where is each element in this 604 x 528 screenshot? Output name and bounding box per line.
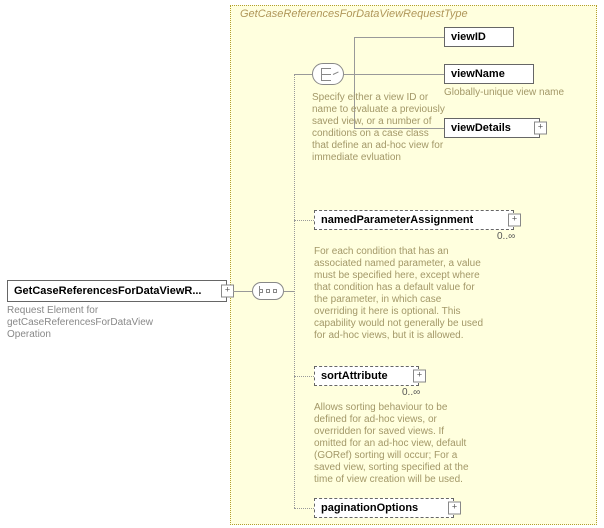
sort-attribute-element[interactable]: sortAttribute + bbox=[314, 366, 419, 386]
sort-attribute-note: Allows sorting behaviour to be defined f… bbox=[314, 402, 469, 486]
sort-attribute-cardinality: 0..∞ bbox=[402, 387, 420, 398]
container-title: GetCaseReferencesForDataViewRequestType bbox=[240, 8, 468, 20]
view-name-note: Globally-unique view name bbox=[444, 87, 590, 99]
view-details-label: viewDetails bbox=[451, 122, 511, 134]
view-id-label: viewID bbox=[451, 31, 486, 43]
expand-icon[interactable]: + bbox=[413, 370, 426, 383]
named-parameter-cardinality: 0..∞ bbox=[497, 231, 515, 242]
choice-compositor-icon bbox=[312, 63, 344, 85]
named-parameter-element[interactable]: namedParameterAssignment + bbox=[314, 210, 514, 230]
root-element-box[interactable]: GetCaseReferencesForDataViewR... + bbox=[7, 280, 227, 302]
pagination-options-element[interactable]: paginationOptions + bbox=[314, 498, 454, 518]
sort-attribute-label: sortAttribute bbox=[321, 370, 388, 382]
root-element-label: GetCaseReferencesForDataViewR... bbox=[14, 285, 202, 297]
view-name-label: viewName bbox=[451, 68, 505, 80]
expand-icon[interactable]: + bbox=[534, 122, 547, 135]
view-name-element[interactable]: viewName bbox=[444, 64, 534, 84]
root-element-note: Request Element for getCaseReferencesFor… bbox=[7, 305, 177, 341]
named-parameter-label: namedParameterAssignment bbox=[321, 214, 473, 226]
sequence-compositor-icon bbox=[252, 282, 284, 300]
view-details-element[interactable]: viewDetails + bbox=[444, 118, 540, 138]
view-id-element[interactable]: viewID bbox=[444, 27, 514, 47]
expand-icon[interactable]: + bbox=[508, 214, 521, 227]
named-parameter-note: For each condition that has an associate… bbox=[314, 246, 484, 342]
expand-icon[interactable]: + bbox=[448, 502, 461, 515]
pagination-options-label: paginationOptions bbox=[321, 502, 418, 514]
